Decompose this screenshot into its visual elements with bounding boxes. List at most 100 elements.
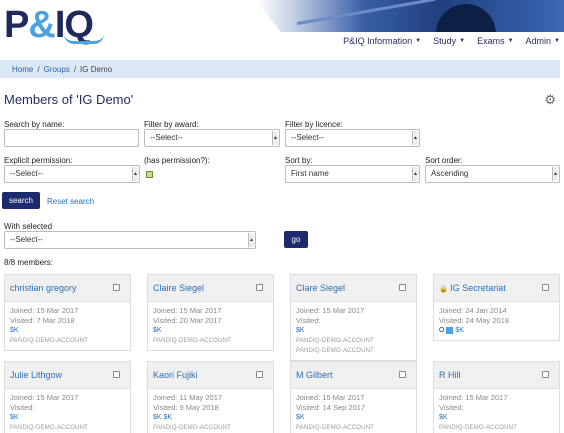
licence-filter-value: --Select-- bbox=[291, 133, 324, 142]
member-select-checkbox[interactable] bbox=[113, 284, 120, 291]
member-card-body: Joined: 15 Mar 2017 Visited: 20 Mar 2017… bbox=[148, 302, 273, 350]
dropdown-arrow-icon: ▲ bbox=[248, 233, 254, 247]
breadcrumb-home[interactable]: Home bbox=[12, 65, 33, 74]
member-badges: $K bbox=[439, 414, 448, 421]
member-select-checkbox[interactable] bbox=[256, 371, 263, 378]
member-visited: Visited: 14 Sep 2017 bbox=[296, 403, 366, 412]
header-banner-image bbox=[256, 0, 564, 32]
nav-admin-label: Admin bbox=[525, 36, 552, 46]
chevron-down-icon: ▼ bbox=[554, 38, 560, 44]
lock-icon: 🔒 bbox=[439, 286, 448, 293]
member-card-header: R Hill bbox=[434, 362, 559, 389]
member-account: PANDIQ-DEMO-ACCOUNT bbox=[153, 338, 232, 344]
member-badges: $K $K bbox=[153, 414, 173, 421]
sort-by-select[interactable]: First name ▲ bbox=[285, 165, 420, 183]
nav-info[interactable]: P&IQ Information ▼ bbox=[343, 36, 421, 46]
member-account: PANDIQ-DEMO-ACCOUNT bbox=[439, 425, 518, 431]
nav-exams-label: Exams bbox=[477, 36, 505, 46]
banner-stripe bbox=[296, 0, 436, 26]
search-button[interactable]: search bbox=[2, 192, 40, 209]
page-title: Members of 'IG Demo' bbox=[4, 92, 134, 107]
explicit-permission-select[interactable]: --Select-- ▲ bbox=[4, 165, 140, 183]
logo-ampersand: & bbox=[28, 4, 55, 46]
member-account: PANDIQ-DEMO-ACCOUNT bbox=[296, 425, 375, 431]
gear-icon[interactable]: ⚙ bbox=[544, 92, 556, 108]
member-card-body: Joined: 24 Jan 2014 Visited: 24 May 2018… bbox=[434, 302, 559, 340]
member-select-checkbox[interactable] bbox=[399, 371, 406, 378]
member-card: Kaori Fujiki Joined: 11 May 2017 Visited… bbox=[147, 361, 274, 433]
logo-letter: P bbox=[4, 4, 29, 46]
breadcrumb-separator: / bbox=[37, 65, 40, 74]
breadcrumb-groups[interactable]: Groups bbox=[44, 65, 70, 74]
dropdown-arrow-icon: ▲ bbox=[412, 131, 418, 145]
member-name-link[interactable]: christian gregory bbox=[10, 283, 77, 293]
dropdown-arrow-icon: ▲ bbox=[132, 167, 138, 181]
member-card: Claire Siegel Joined: 15 Mar 2017 Visite… bbox=[147, 274, 274, 351]
member-card-body: Joined: 15 Mar 2017 Visited: $K PANDIQ-D… bbox=[5, 389, 130, 433]
has-permission-label: (has permission?): bbox=[144, 156, 210, 165]
breadcrumb-separator: / bbox=[73, 65, 77, 74]
chevron-down-icon: ▼ bbox=[459, 38, 466, 44]
member-select-checkbox[interactable] bbox=[542, 371, 549, 378]
nav-admin[interactable]: Admin ▼ bbox=[526, 36, 560, 46]
search-name-input[interactable] bbox=[4, 129, 139, 147]
search-name-label: Search by name: bbox=[4, 120, 65, 129]
nav-info-label: P&IQ Information bbox=[343, 36, 413, 46]
member-name-link[interactable]: Kaori Fujiki bbox=[153, 370, 198, 380]
member-visited: Visited: 7 Mar 2018 bbox=[10, 316, 75, 325]
go-button[interactable]: go bbox=[284, 231, 308, 248]
member-name-link[interactable]: R Hill bbox=[439, 370, 461, 380]
award-filter-label: Filter by award: bbox=[144, 120, 199, 129]
licence-filter-select[interactable]: --Select-- ▲ bbox=[285, 129, 420, 147]
breadcrumb: Home / Groups / IG Demo bbox=[0, 60, 560, 78]
member-visited: Visited: bbox=[296, 316, 321, 325]
member-card-body: Joined: 15 Mar 2017 Visited: 7 Mar 2018 … bbox=[5, 302, 130, 350]
member-select-checkbox[interactable] bbox=[399, 284, 406, 291]
member-account: PANDIQ-DEMO-ACCOUNT bbox=[296, 338, 375, 344]
member-name-link[interactable]: IG Secretariat bbox=[450, 283, 506, 293]
member-card-body: Joined: 15 Mar 2017 Visited: $K PANDIQ-D… bbox=[434, 389, 559, 433]
member-select-checkbox[interactable] bbox=[256, 284, 263, 291]
member-card: christian gregory Joined: 15 Mar 2017 Vi… bbox=[4, 274, 131, 351]
award-filter-select[interactable]: --Select-- ▲ bbox=[144, 129, 280, 147]
member-joined: Joined: 15 Mar 2017 bbox=[10, 306, 79, 315]
explicit-permission-label: Explicit permission: bbox=[4, 156, 73, 165]
explicit-permission-value: --Select-- bbox=[10, 169, 43, 178]
member-card: Julie Lithgow Joined: 15 Mar 2017 Visite… bbox=[4, 361, 131, 433]
sort-order-select[interactable]: Ascending ▲ bbox=[425, 165, 560, 183]
with-selected-select[interactable]: --Select-- ▲ bbox=[4, 231, 256, 249]
member-card-header: Clare Siegel bbox=[291, 275, 416, 302]
member-joined: Joined: 15 Mar 2017 bbox=[10, 393, 79, 402]
member-card-header: christian gregory bbox=[5, 275, 130, 302]
member-card-header: Julie Lithgow bbox=[5, 362, 130, 389]
member-joined: Joined: 11 May 2017 bbox=[153, 393, 223, 402]
member-name-link[interactable]: M Gilbert bbox=[296, 370, 333, 380]
sort-by-label: Sort by: bbox=[285, 156, 313, 165]
site-logo[interactable]: P&IQ bbox=[4, 4, 104, 47]
has-permission-checkbox[interactable] bbox=[146, 171, 153, 178]
member-select-checkbox[interactable] bbox=[542, 284, 549, 291]
member-visited: Visited: 9 May 2018 bbox=[153, 403, 219, 412]
nav-exams[interactable]: Exams ▼ bbox=[477, 36, 513, 46]
member-name-link[interactable]: Clare Siegel bbox=[296, 283, 345, 293]
nav-study[interactable]: Study ▼ bbox=[433, 36, 465, 46]
chevron-down-icon: ▼ bbox=[415, 38, 422, 44]
member-name-link[interactable]: Claire Siegel bbox=[153, 283, 204, 293]
reset-search-link[interactable]: Reset search bbox=[47, 197, 94, 206]
member-account: PANDIQ-DEMO-ACCOUNT bbox=[10, 425, 89, 431]
member-account: PANDIQ-DEMO-ACCOUNT bbox=[10, 338, 89, 344]
sort-by-value: First name bbox=[291, 169, 329, 178]
member-name-link[interactable]: Julie Lithgow bbox=[10, 370, 62, 380]
licence-filter-label: Filter by licence: bbox=[285, 120, 343, 129]
nav-study-label: Study bbox=[433, 36, 457, 46]
member-select-checkbox[interactable] bbox=[113, 371, 120, 378]
chevron-down-icon: ▼ bbox=[507, 38, 514, 44]
logo-swoosh bbox=[64, 34, 104, 44]
member-badges: $K bbox=[153, 327, 162, 334]
member-joined: Joined: 15 Mar 2017 bbox=[439, 393, 508, 402]
member-joined: Joined: 15 Mar 2017 bbox=[153, 306, 222, 315]
dropdown-arrow-icon: ▲ bbox=[272, 131, 278, 145]
banner-dome bbox=[436, 4, 496, 32]
member-joined: Joined: 15 Mar 2017 bbox=[296, 306, 365, 315]
member-badges: $K bbox=[296, 414, 305, 421]
